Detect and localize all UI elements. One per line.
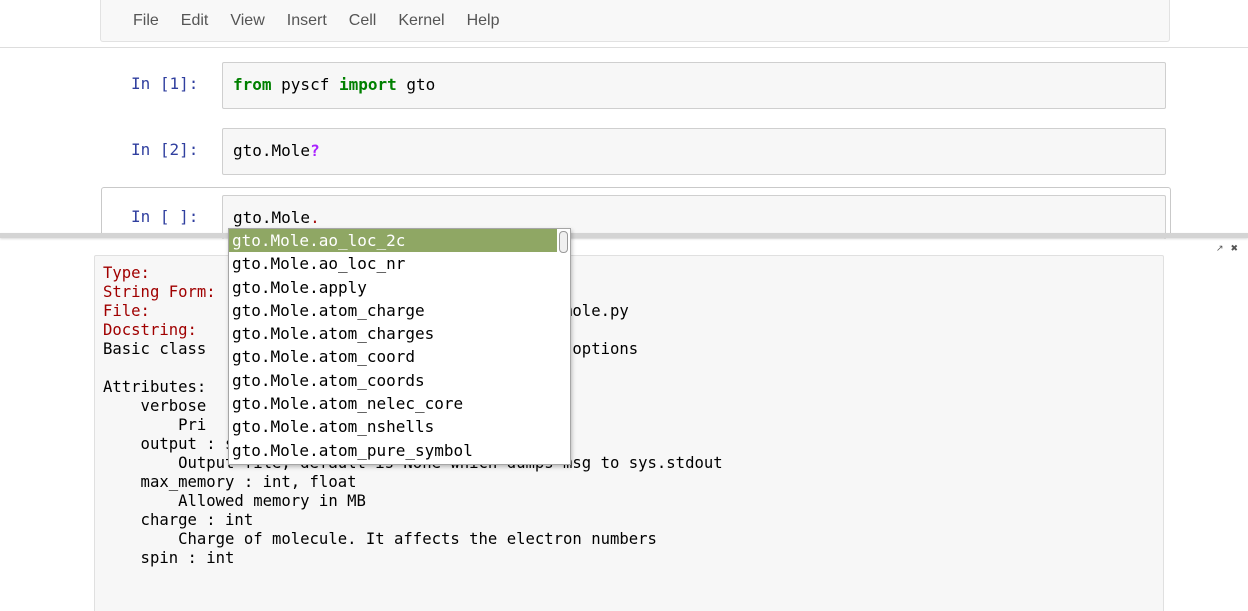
menu-kernel[interactable]: Kernel — [398, 12, 444, 30]
pager-line: Allowed memory in MB — [103, 492, 366, 510]
autocomplete-dropdown[interactable]: gto.Mole.ao_loc_2c gto.Mole.ao_loc_nr gt… — [228, 228, 571, 465]
completion-item[interactable]: gto.Mole.atom_charge — [229, 299, 557, 322]
header-divider — [0, 47, 1248, 48]
pager-controls: ↗ ✖ — [1212, 244, 1238, 254]
pager-line: charge : int — [103, 511, 254, 529]
completion-item[interactable]: gto.Mole.atom_charges — [229, 322, 557, 345]
cell-input[interactable]: from pyscf import gto — [222, 62, 1166, 109]
completion-item[interactable]: gto.Mole.atom_coord — [229, 345, 557, 368]
cell-input[interactable]: gto.Mole? — [222, 128, 1166, 175]
pager-resize-handle[interactable] — [0, 233, 1248, 238]
menu-help[interactable]: Help — [467, 12, 500, 30]
keyword-import: import — [338, 75, 397, 94]
completion-item[interactable]: gto.Mole.apply — [229, 276, 557, 299]
menu-insert[interactable]: Insert — [287, 12, 327, 30]
expand-icon[interactable]: ↗ — [1216, 244, 1224, 254]
pager-line: max_memory : int, float — [103, 473, 357, 491]
code-cell-2[interactable]: In [2]: gto.Mole? — [101, 128, 1171, 175]
completion-item[interactable]: gto.Mole.ao_loc_nr — [229, 252, 557, 275]
completion-item[interactable]: gto.Mole.atom_nelec_core — [229, 392, 557, 415]
completion-item[interactable]: gto.Mole.atom_nshells — [229, 415, 557, 438]
completion-scrollbar[interactable] — [559, 231, 568, 253]
code-text: gto.Mole — [233, 208, 311, 227]
cell-prompt: In [1]: — [131, 74, 199, 93]
help-operator: ? — [310, 141, 320, 160]
menu-cell[interactable]: Cell — [349, 12, 377, 30]
pager-line: spin : int — [103, 549, 235, 567]
menu-view[interactable]: View — [230, 12, 264, 30]
code-text: pyscf — [271, 75, 339, 94]
close-icon[interactable]: ✖ — [1230, 244, 1238, 254]
menu-file[interactable]: File — [133, 12, 159, 30]
code-cell-1[interactable]: In [1]: from pyscf import gto — [101, 62, 1171, 109]
code-text: gto — [396, 75, 436, 94]
menu-edit[interactable]: Edit — [181, 12, 209, 30]
completion-item[interactable]: gto.Mole.atom_pure_symbol — [229, 439, 557, 462]
cell-prompt: In [ ]: — [131, 207, 199, 226]
dot-operator: . — [310, 208, 320, 227]
code-text: gto.Mole — [233, 141, 311, 160]
pager-line: Charge of molecule. It affects the elect… — [103, 530, 657, 548]
menu-bar: File Edit View Insert Cell Kernel Help — [100, 0, 1170, 42]
completion-item[interactable]: gto.Mole.ao_loc_2c — [229, 229, 557, 253]
cell-prompt: In [2]: — [131, 140, 199, 159]
completion-item[interactable]: gto.Mole.atom_coords — [229, 369, 557, 392]
keyword-from: from — [233, 75, 272, 94]
